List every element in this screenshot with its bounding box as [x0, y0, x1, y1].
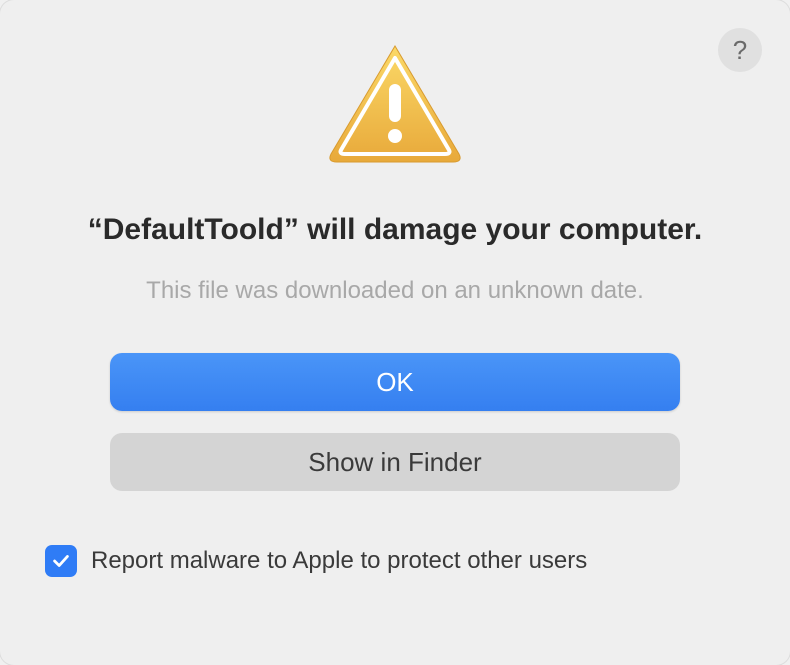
- report-malware-row: Report malware to Apple to protect other…: [45, 545, 587, 577]
- help-button[interactable]: ?: [718, 28, 762, 72]
- checkmark-icon: [50, 550, 72, 572]
- help-icon: ?: [733, 35, 747, 66]
- gatekeeper-warning-dialog: ? “DefaultToold” will damage your comput…: [0, 0, 790, 665]
- show-in-finder-label: Show in Finder: [308, 447, 481, 478]
- show-in-finder-button[interactable]: Show in Finder: [110, 433, 680, 491]
- warning-icon: [325, 40, 465, 170]
- ok-button-label: OK: [376, 367, 414, 398]
- report-malware-label: Report malware to Apple to protect other…: [91, 547, 587, 575]
- dialog-subtitle: This file was downloaded on an unknown d…: [146, 277, 644, 305]
- ok-button[interactable]: OK: [110, 353, 680, 411]
- dialog-title: “DefaultToold” will damage your computer…: [88, 210, 703, 249]
- report-malware-checkbox[interactable]: [45, 545, 77, 577]
